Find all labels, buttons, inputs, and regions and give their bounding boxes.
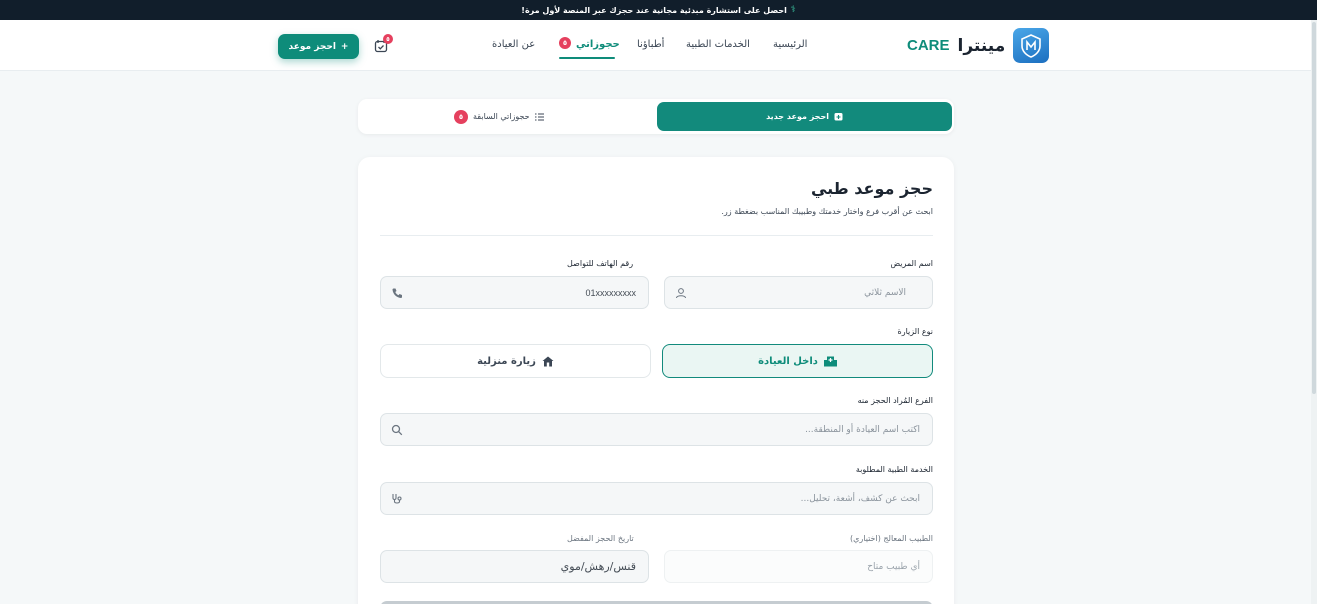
tab-new-booking-label: احجز موعد جديد: [766, 112, 829, 121]
nav-item-about[interactable]: عن العيادة: [492, 39, 535, 50]
brand[interactable]: CARE مينترا: [907, 28, 1050, 63]
doctor-select[interactable]: أي طبيب متاح: [664, 550, 933, 583]
home-icon: [542, 356, 554, 366]
cart-count-badge: ٥: [383, 34, 393, 44]
list-icon: [534, 113, 544, 120]
nav-item-my-bookings[interactable]: حجوزاتي: [576, 39, 620, 50]
phone-label: رقم الهاتف للتواصل: [567, 259, 634, 268]
scrollbar-thumb[interactable]: [1312, 22, 1316, 394]
tab-new-booking[interactable]: احجز موعد جديد: [657, 102, 952, 131]
nav-item-doctors[interactable]: أطباؤنا: [637, 39, 664, 50]
date-label: تاريخ الحجز المفضل: [567, 534, 634, 543]
tab-previous-bookings-label: حجوزاتي السابقة: [473, 112, 530, 121]
phone-placeholder: 01xxxxxxxxx: [585, 287, 636, 298]
user-icon: [676, 288, 686, 299]
booking-tabs: احجز موعد جديد حجوزاتي السابقة ٥: [358, 99, 954, 134]
book-appointment-button[interactable]: + احجز موعد: [278, 34, 359, 59]
calendar-plus-icon: [834, 113, 843, 121]
form-title: حجز موعد طبي: [810, 179, 933, 198]
brand-name: مينترا: [957, 35, 1006, 56]
service-search-input[interactable]: ابحث عن كشف، أشعة، تحليل...: [380, 482, 933, 515]
patient-name-placeholder: الاسم ثلاثي: [864, 287, 906, 298]
plus-icon: +: [340, 41, 349, 52]
brand-suffix: CARE: [907, 37, 950, 54]
stethoscope-icon: [392, 494, 402, 504]
branch-label: الفرع المُراد الحجز منه: [857, 396, 933, 405]
nav-item-home[interactable]: الرئيسية: [773, 39, 807, 50]
nav-links: الرئيسية الخدمات الطبية أطباؤنا حجوزاتي …: [480, 39, 820, 55]
bookings-count-badge: ٥: [559, 37, 571, 49]
visit-in-clinic-option[interactable]: داخل العيادة: [662, 344, 933, 378]
doctor-placeholder: أي طبيب متاح: [867, 561, 920, 572]
visit-type-label: نوع الزيارة: [897, 327, 933, 336]
promo-text: احصل على استشارة مبدئية مجانية عند حجزك …: [521, 5, 787, 15]
form-subtitle: ابحث عن أقرب فرع واختار خدمتك وطبيبك الم…: [721, 207, 933, 216]
nav-item-services[interactable]: الخدمات الطبية: [686, 39, 750, 50]
phone-icon: [392, 288, 402, 298]
visit-home-option[interactable]: زيارة منزلية: [380, 344, 651, 378]
service-placeholder: ابحث عن كشف، أشعة، تحليل...: [800, 493, 920, 504]
promo-bar: ⚕ احصل على استشارة مبدئية مجانية عند حجز…: [0, 0, 1317, 20]
visit-home-label: زيارة منزلية: [477, 355, 536, 367]
book-appointment-label: احجز موعد: [288, 41, 336, 52]
navbar: CARE مينترا الرئيسية الخدمات الطبية أطبا…: [0, 20, 1311, 71]
search-icon: [391, 424, 403, 436]
visit-in-clinic-label: داخل العيادة: [758, 355, 818, 367]
stethoscope-icon: ⚕: [790, 5, 796, 15]
booking-form-card: حجز موعد طبي ابحث عن أقرب فرع واختار خدم…: [358, 157, 954, 604]
patient-name-label: اسم المريض: [890, 259, 933, 268]
branch-search-input[interactable]: اكتب اسم العيادة أو المنطقة...: [380, 413, 933, 446]
hospital-icon: [823, 356, 837, 366]
phone-input[interactable]: 01xxxxxxxxx: [380, 276, 649, 309]
divider: [380, 235, 933, 236]
brand-logo: [1013, 28, 1050, 63]
branch-placeholder: اكتب اسم العيادة أو المنطقة...: [805, 424, 920, 435]
previous-bookings-badge: ٥: [454, 109, 468, 124]
patient-name-input[interactable]: الاسم ثلاثي: [664, 276, 933, 309]
date-input[interactable]: قنس/رهش/موي: [380, 550, 649, 583]
active-nav-indicator: [559, 57, 615, 59]
tab-previous-bookings[interactable]: حجوزاتي السابقة ٥: [454, 107, 544, 126]
shield-logo-icon: [1021, 33, 1042, 58]
service-label: الخدمة الطبية المطلوبة: [855, 465, 933, 474]
doctor-label: الطبيب المعالج (اختياري): [850, 534, 933, 543]
date-placeholder: قنس/رهش/موي: [560, 560, 636, 573]
